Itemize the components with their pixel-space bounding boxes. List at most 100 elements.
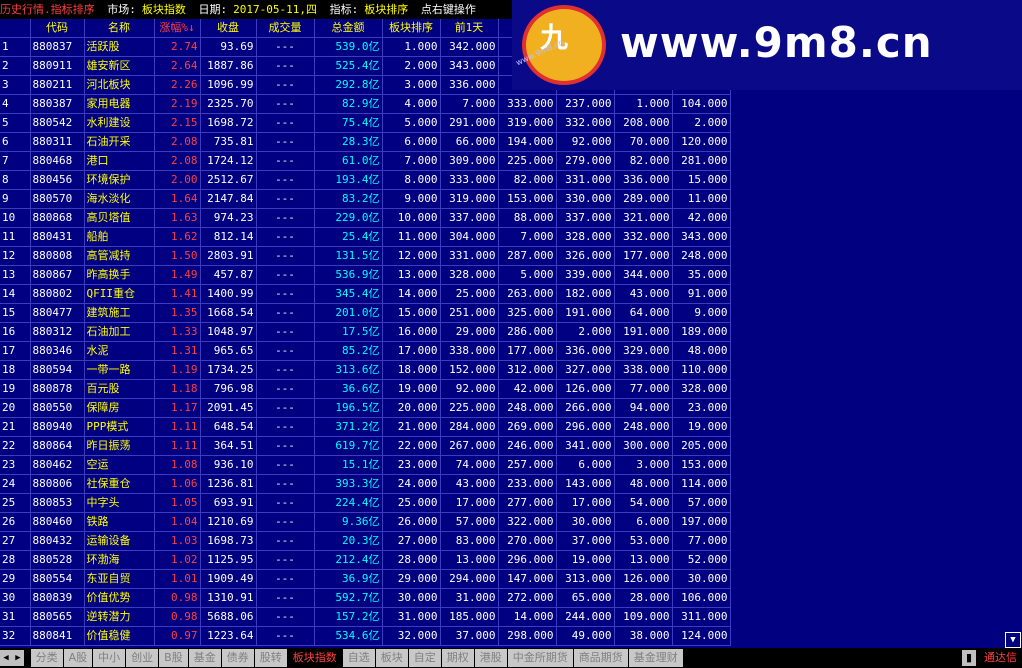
tab-13[interactable]: 港股 [474,649,507,667]
cell-volume: --- [256,531,315,551]
cell-prev1: 74.000 [440,455,499,475]
table-row[interactable]: 16 880312 石油加工 1.33 1048.97 --- 17.5亿 16.000 29.… [0,322,731,342]
cell-rank: 18.000 [382,360,441,380]
table-row[interactable]: 25 880853 中字头 1.05 693.91 --- 224.4亿 25.000 17.0… [0,493,731,513]
cell-prev2: 296.000 [498,550,557,570]
cell-code: 880456 [30,170,85,190]
cell-volume: --- [256,75,315,95]
scroll-down-button[interactable]: ▼ [1005,632,1021,648]
table-row[interactable]: 7 880468 港口 2.08 1724.12 --- 61.0亿 7.000 309.000… [0,151,731,171]
tab-2[interactable]: 中小 [93,649,126,667]
table-row[interactable]: 21 880940 PPP模式 1.11 648.54 --- 371.2亿 21.000 28… [0,417,731,437]
cell-prev3: 237.000 [556,94,615,114]
table-row[interactable]: 27 880432 运输设备 1.03 1698.73 --- 20.3亿 27.000 83.… [0,531,731,551]
table-row[interactable]: 15 880477 建筑施工 1.35 1668.54 --- 201.0亿 15.000 25… [0,303,731,323]
cell-rank: 15.000 [382,303,441,323]
tab-15[interactable]: 商品期货 [573,649,628,667]
table-row[interactable]: 28 880528 环渤海 1.02 1125.95 --- 212.4亿 28.000 13.… [0,550,731,570]
cell-close: 457.87 [200,265,257,285]
table-row[interactable]: 31 880565 逆转潜力 0.98 5688.06 --- 157.2亿 31.000 18… [0,607,731,627]
cell-prev3: 143.000 [556,474,615,494]
table-row[interactable]: 5 880542 水利建设 2.15 1698.72 --- 75.4亿 5.000 291.0… [0,113,731,133]
cell-prev1: 336.000 [440,75,499,95]
app-name-label[interactable]: 通达信 [984,650,1017,666]
table-row[interactable]: 8 880456 环境保护 2.00 2512.67 --- 193.4亿 8.000 333.… [0,170,731,190]
cell-prev5: 91.000 [672,284,731,304]
cell-close: 1236.81 [200,474,257,494]
table-row[interactable]: 22 880864 昨日振荡 1.11 364.51 --- 619.7亿 22.000 267… [0,436,731,456]
column-header-7[interactable]: 板块排序 [382,19,441,38]
column-header-1[interactable]: 代码 [30,19,85,38]
tab-8[interactable]: 板块指数 [287,649,342,667]
table-row[interactable]: 20 880550 保障房 1.17 2091.45 --- 196.5亿 20.000 225… [0,398,731,418]
column-header-4[interactable]: 收盘 [200,19,257,38]
tab-5[interactable]: 基金 [188,649,221,667]
cell-rank: 3.000 [382,75,441,95]
tab-10[interactable]: 板块 [375,649,408,667]
cell-close: 93.69 [200,37,257,57]
cell-prev4: 126.000 [614,569,673,589]
date-value[interactable]: 2017-05-11,四 [233,3,317,16]
tab-14[interactable]: 中金所期货 [507,649,573,667]
cell-code: 880550 [30,398,85,418]
tab-11[interactable]: 自定 [408,649,441,667]
cell-volume: --- [256,227,315,247]
column-header-6[interactable]: 总金额 [314,19,383,38]
cell-index: 1 [0,37,31,57]
table-row[interactable]: 9 880570 海水淡化 1.64 2147.84 --- 83.2亿 9.000 319.0… [0,189,731,209]
indicator-value[interactable]: 板块排序 [364,3,408,16]
table-row[interactable]: 29 880554 东亚自贸 1.01 1909.49 --- 36.9亿 29.000 294… [0,569,731,589]
cell-prev4: 54.000 [614,493,673,513]
table-row[interactable]: 19 880878 百元股 1.18 796.98 --- 36.6亿 19.000 92.00… [0,379,731,399]
cell-volume: --- [256,37,315,57]
table-row[interactable]: 6 880311 石油开采 2.08 735.81 --- 28.3亿 6.000 66.000… [0,132,731,152]
tab-4[interactable]: B股 [159,649,188,667]
table-row[interactable]: 23 880462 空运 1.08 936.10 --- 15.1亿 23.000 74.000… [0,455,731,475]
table-row[interactable]: 12 880808 高管减持 1.50 2803.91 --- 131.5亿 12.000 33… [0,246,731,266]
tab-6[interactable]: 债券 [221,649,254,667]
table-row[interactable]: 11 880431 船舶 1.62 812.14 --- 25.4亿 11.000 304.00… [0,227,731,247]
table-row[interactable]: 14 880802 QFII重仓 1.41 1400.99 --- 345.4亿 14.000… [0,284,731,304]
column-header-5[interactable]: 成交量 [256,19,315,38]
cell-prev2: 5.000 [498,265,557,285]
market-value[interactable]: 板块指数 [142,3,186,16]
cell-close: 1125.95 [200,550,257,570]
table-row[interactable]: 26 880460 铁路 1.04 1210.69 --- 9.36亿 26.000 57.00… [0,512,731,532]
cell-amount: 201.0亿 [314,303,383,323]
table-row[interactable]: 18 880594 一带一路 1.19 1734.25 --- 313.6亿 18.000 15… [0,360,731,380]
cell-index: 20 [0,398,31,418]
tab-12[interactable]: 期权 [441,649,474,667]
cell-prev5: 48.000 [672,341,731,361]
tab-9[interactable]: 自选 [342,649,375,667]
tab-1[interactable]: A股 [63,649,93,667]
table-row[interactable]: 17 880346 水泥 1.31 965.65 --- 85.2亿 17.000 338.00… [0,341,731,361]
tab-16[interactable]: 基金理财 [628,649,683,667]
tab-7[interactable]: 股转 [254,649,287,667]
table-row[interactable]: 13 880867 昨高换手 1.49 457.87 --- 536.9亿 13.000 328… [0,265,731,285]
column-header-8[interactable]: 前1天 [440,19,499,38]
menu-toggle-icon[interactable]: ▮ [962,650,976,666]
cell-prev3: 244.000 [556,607,615,627]
cell-name: 运输设备 [84,531,155,551]
cell-prev2: 277.000 [498,493,557,513]
column-header-0[interactable] [0,19,31,38]
cell-name: 保障房 [84,398,155,418]
cell-prev4: 208.000 [614,113,673,133]
cell-volume: --- [256,379,315,399]
cell-rank: 17.000 [382,341,441,361]
table-row[interactable]: 10 880868 高贝塔值 1.63 974.23 --- 229.0亿 10.000 337… [0,208,731,228]
table-row[interactable]: 4 880387 家用电器 2.19 2325.70 --- 82.9亿 4.000 7.000… [0,94,731,114]
cell-amount: 36.6亿 [314,379,383,399]
table-row[interactable]: 24 880806 社保重仓 1.06 1236.81 --- 393.3亿 24.000 43… [0,474,731,494]
column-header-3[interactable]: 涨幅%↓ [154,19,201,38]
tab-0[interactable]: 分类 [30,649,63,667]
tab-scroll-left-icon[interactable]: ◀ [0,650,12,666]
table-row[interactable]: 30 880839 价值优势 0.98 1310.91 --- 592.7亿 30.000 31… [0,588,731,608]
tab-scroll-right-icon[interactable]: ▶ [12,650,24,666]
table-row[interactable]: 32 880841 价值稳健 0.97 1223.64 --- 534.6亿 32.000 37… [0,626,731,646]
cell-amount: 536.9亿 [314,265,383,285]
cell-prev2: 286.000 [498,322,557,342]
column-header-2[interactable]: 名称 [84,19,155,38]
cell-prev5: 30.000 [672,569,731,589]
tab-3[interactable]: 创业 [126,649,159,667]
